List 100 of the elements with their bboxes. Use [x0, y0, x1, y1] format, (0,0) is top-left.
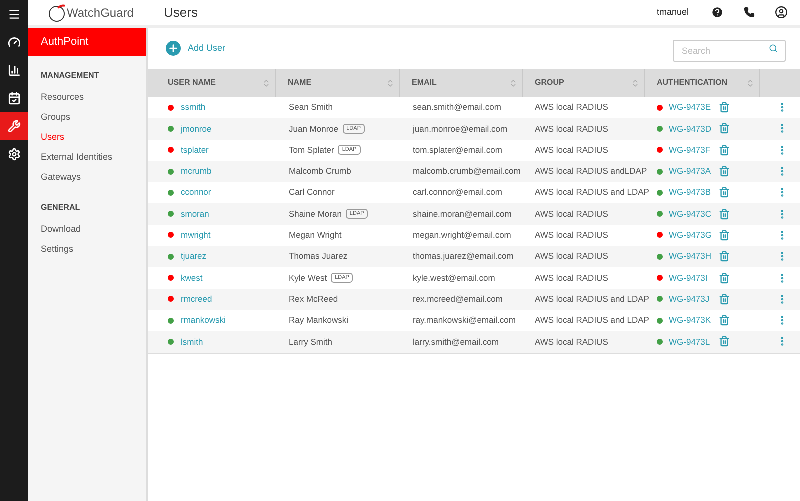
token-link[interactable]: WG-9473I	[669, 272, 713, 284]
token-link[interactable]: WG-9473E	[669, 101, 713, 114]
trash-icon[interactable]	[719, 208, 730, 220]
sort-icon[interactable]	[262, 78, 271, 88]
token-link[interactable]: WG-9473A	[669, 165, 713, 178]
username-link[interactable]: rmankowski	[181, 314, 226, 327]
group: AWS local RADIUS and LDAP	[535, 294, 650, 304]
nav-item[interactable]: Gateways	[41, 168, 146, 188]
help-icon[interactable]	[711, 6, 724, 19]
search-field[interactable]: Search	[673, 40, 786, 62]
sort-icon[interactable]	[386, 78, 395, 88]
username-link[interactable]: kwest	[181, 272, 203, 284]
full-name: Carl Connor	[289, 186, 335, 200]
full-name: Ray Mankowski	[289, 314, 349, 327]
group: AWS local RADIUS	[535, 251, 608, 262]
trash-icon[interactable]	[719, 123, 730, 134]
full-name: Larry Smith	[289, 336, 332, 348]
trash-icon[interactable]	[719, 272, 730, 284]
email: shaine.moran@email.com	[413, 208, 512, 219]
wrench-icon	[8, 120, 20, 132]
trash-icon[interactable]	[719, 251, 730, 262]
email: malcomb.crumb@email.com	[413, 166, 521, 176]
full-name: Sean Smith	[289, 101, 333, 114]
email: sean.smith@email.com	[413, 102, 502, 112]
token-link[interactable]: WG-9473D	[669, 122, 713, 136]
email: rex.mcreed@email.com	[413, 294, 503, 304]
logo-icon	[48, 4, 66, 22]
nav-item[interactable]: Settings	[41, 240, 146, 260]
sort-icon[interactable]	[631, 78, 640, 88]
trash-icon[interactable]	[719, 294, 730, 305]
nav-item[interactable]: Download	[41, 220, 146, 240]
full-name: Juan Monroe	[289, 122, 339, 136]
token-link[interactable]: WG-9473H	[669, 250, 713, 264]
trash-icon[interactable]	[719, 102, 730, 114]
group: AWS local RADIUS	[535, 124, 608, 134]
email: larry.smith@email.com	[413, 336, 499, 347]
full-name: Malcomb Crumb	[289, 165, 352, 178]
email: megan.wright@email.com	[413, 230, 512, 240]
email: tom.splater@email.com	[413, 144, 502, 155]
token-link[interactable]: WG-9473B	[669, 186, 713, 200]
product-title: AuthPoint	[28, 28, 146, 56]
sort-icon[interactable]	[746, 78, 755, 88]
page-title: Users	[164, 4, 198, 22]
email: juan.monroe@email.com	[413, 124, 508, 134]
account-icon[interactable]	[775, 6, 788, 19]
settings-icon	[8, 148, 20, 160]
username-link[interactable]: rmcreed	[181, 292, 212, 306]
sort-icon[interactable]	[509, 78, 518, 88]
nav-item[interactable]: External Identities	[41, 148, 146, 168]
token-link[interactable]: WG-9473G	[669, 229, 713, 242]
group: AWS local RADIUS and LDAP	[535, 315, 650, 326]
plus-icon	[166, 41, 181, 56]
group: AWS local RADIUS and LDAP	[535, 187, 650, 198]
group: AWS local RADIUS	[535, 272, 608, 283]
token-link[interactable]: WG-9473J	[669, 292, 713, 306]
username-link[interactable]: ssmith	[181, 101, 206, 114]
email: kyle.west@email.com	[413, 272, 496, 283]
group: AWS local RADIUS	[535, 144, 608, 155]
section-heading: GENERAL	[41, 202, 82, 214]
email: thomas.juarez@email.com	[413, 251, 514, 262]
nav-item[interactable]: Resources	[41, 88, 146, 108]
trash-icon[interactable]	[719, 336, 730, 348]
username-link[interactable]: tsplater	[181, 144, 209, 157]
username-link[interactable]: mcrumb	[181, 165, 212, 178]
full-name: Kyle West	[289, 272, 328, 284]
username-link[interactable]: smoran	[181, 208, 210, 220]
email: carl.connor@email.com	[413, 187, 502, 198]
add-user-button[interactable]: Add User	[166, 41, 226, 56]
trash-icon[interactable]	[719, 230, 730, 241]
section-heading: MANAGEMENT	[41, 70, 100, 82]
username-link[interactable]: jmonroe	[181, 122, 212, 136]
username-link[interactable]: mwright	[181, 229, 211, 242]
nav-item[interactable]: Users	[41, 128, 146, 148]
nav-item[interactable]: Groups	[41, 108, 146, 128]
trash-icon[interactable]	[719, 144, 730, 156]
trash-icon[interactable]	[719, 315, 730, 326]
trash-icon[interactable]	[719, 187, 730, 198]
phone-icon[interactable]	[744, 7, 755, 18]
full-name: Tom Splater	[289, 144, 334, 157]
group: AWS local RADIUS	[535, 336, 608, 347]
group: AWS local RADIUS	[535, 208, 608, 219]
username-link[interactable]: cconnor	[181, 186, 212, 200]
bar-chart-icon	[8, 64, 20, 76]
full-name: Shaine Moran	[289, 208, 342, 220]
full-name: Megan Wright	[289, 229, 342, 242]
token-link[interactable]: WG-9473K	[669, 314, 713, 327]
group: AWS local RADIUS	[535, 102, 608, 112]
gauge-icon	[8, 36, 20, 48]
calendar-check-icon	[8, 92, 20, 104]
email: ray.mankowski@email.com	[413, 315, 516, 326]
token-link[interactable]: WG-9473L	[669, 336, 713, 348]
username: tmanuel	[656, 6, 689, 19]
trash-icon[interactable]	[719, 166, 730, 178]
username-link[interactable]: lsmith	[181, 336, 204, 348]
logo-text: WatchGuard	[67, 4, 134, 22]
token-link[interactable]: WG-9473F	[669, 144, 713, 157]
username-link[interactable]: tjuarez	[181, 250, 207, 264]
token-link[interactable]: WG-9473C	[669, 208, 713, 220]
search-icon[interactable]	[769, 44, 778, 53]
full-name: Rex McReed	[289, 292, 338, 306]
